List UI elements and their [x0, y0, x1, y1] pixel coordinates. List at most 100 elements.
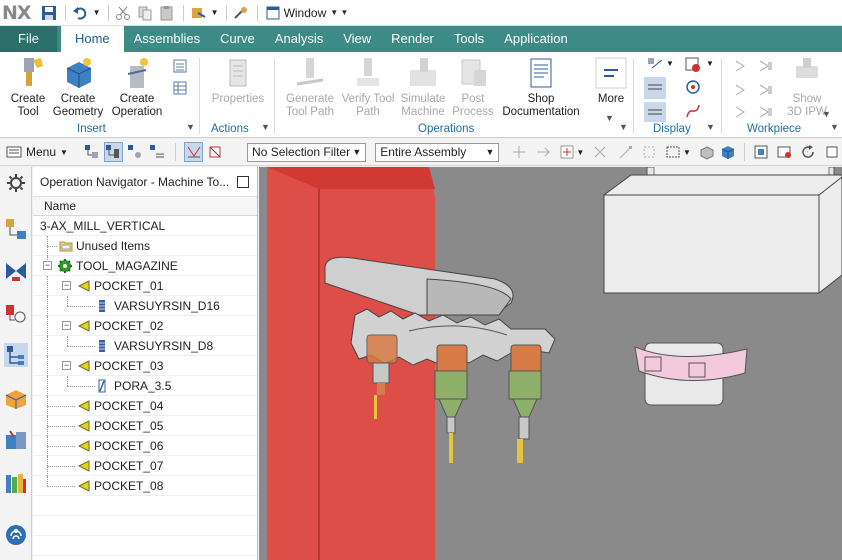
tab-home[interactable]: Home — [60, 26, 124, 52]
roles-icon[interactable] — [4, 523, 28, 547]
window-menu[interactable]: Window ▼ ▾ — [266, 6, 347, 20]
snap-box-icon[interactable] — [557, 142, 577, 162]
tree-row-pocket-05[interactable]: POCKET_05 — [33, 416, 257, 436]
snap-cross-icon[interactable] — [590, 142, 610, 162]
graphics-viewport[interactable] — [259, 167, 842, 560]
workpiece-option-4-icon[interactable] — [758, 82, 774, 101]
tree-row-pocket-03[interactable]: − POCKET_03 — [33, 356, 257, 376]
tree-row-unused-items[interactable]: Unused Items — [33, 236, 257, 256]
tab-curve[interactable]: Curve — [210, 26, 265, 52]
tab-tools[interactable]: Tools — [444, 26, 494, 52]
actions-group-menu-icon[interactable]: ▼ — [261, 122, 270, 132]
tab-file[interactable]: File — [0, 26, 57, 52]
filter-toggle-icon[interactable] — [183, 142, 204, 162]
collapse-icon[interactable]: − — [62, 321, 71, 330]
workpiece-option-2-icon[interactable] — [758, 58, 774, 77]
collapse-icon[interactable]: − — [43, 261, 52, 270]
layer-toggle-icon[interactable] — [644, 77, 666, 102]
fit-view-icon[interactable] — [751, 142, 771, 162]
tree-row-pocket-01[interactable]: − POCKET_01 — [33, 276, 257, 296]
operation-navigator-icon[interactable] — [4, 343, 28, 367]
tree-row-machine[interactable]: 3-AX_MILL_VERTICAL — [33, 216, 257, 236]
workpiece-option-6-icon[interactable] — [758, 104, 774, 123]
shaded-view-icon[interactable] — [697, 142, 717, 162]
verify-tool-path-button[interactable]: Verify Tool Path — [340, 56, 396, 119]
insert-group-menu-icon[interactable]: ▼ — [186, 122, 195, 132]
reuse-library-icon[interactable] — [4, 471, 28, 495]
selection-filter-dropdown[interactable]: No Selection Filter ▼ — [247, 142, 367, 162]
tree-row-pocket-02[interactable]: − POCKET_02 — [33, 316, 257, 336]
tab-render[interactable]: Render — [381, 26, 444, 52]
layer-toggle-2-icon[interactable] — [644, 102, 666, 125]
undo-icon[interactable] — [70, 3, 90, 23]
navigator-view-4-icon[interactable] — [147, 142, 167, 162]
collapse-icon[interactable]: − — [62, 281, 71, 290]
properties-button[interactable]: Properties — [208, 56, 268, 106]
more-dropdown-icon[interactable]: ▼ — [605, 113, 614, 123]
cube-view-icon[interactable] — [719, 142, 739, 162]
save-icon[interactable] — [39, 3, 59, 23]
tree-row-pocket-08[interactable]: POCKET_08 — [33, 476, 257, 496]
library-icon[interactable] — [4, 429, 28, 453]
customize-icon[interactable]: ▾ — [342, 7, 347, 18]
navigator-view-3-icon[interactable] — [125, 142, 145, 162]
tree-row-pocket-04[interactable]: POCKET_04 — [33, 396, 257, 416]
workpiece-option-1-icon[interactable] — [734, 58, 750, 77]
navigator-view-2-icon[interactable] — [103, 142, 124, 162]
more-tools-icon[interactable] — [822, 142, 842, 162]
workpiece-option-5-icon[interactable] — [734, 104, 750, 123]
create-tool-button[interactable]: Create Tool — [6, 56, 50, 119]
paste-icon[interactable] — [157, 3, 177, 23]
copy-icon[interactable] — [135, 3, 155, 23]
tree-row-pocket-07[interactable]: POCKET_07 — [33, 456, 257, 476]
tree-row-tool-varsuyrsin-d16[interactable]: VARSUYRSIN_D16 — [33, 296, 257, 316]
collapse-icon[interactable]: − — [62, 361, 71, 370]
tab-application[interactable]: Application — [494, 26, 578, 52]
chevron-down-icon[interactable]: ▼ — [576, 148, 584, 157]
show-3d-ipw-dropdown-icon[interactable]: ▼ — [822, 109, 831, 119]
column-header-name[interactable]: Name — [33, 196, 257, 216]
navigator-view-1-icon[interactable] — [82, 142, 102, 162]
tree-row-tool-varsuyrsin-d8[interactable]: VARSUYRSIN_D8 — [33, 336, 257, 356]
tab-analysis[interactable]: Analysis — [265, 26, 333, 52]
part-navigator-icon[interactable] — [4, 301, 28, 325]
more-button[interactable]: More — [594, 56, 628, 106]
create-geometry-button[interactable]: Create Geometry — [52, 56, 104, 119]
assembly-navigator-icon[interactable] — [4, 217, 28, 241]
repeat-command-icon[interactable] — [188, 3, 208, 23]
menu-button[interactable]: Menu ▼ — [6, 145, 68, 159]
repeat-dropdown-icon[interactable]: ▼ — [210, 3, 220, 23]
target-icon[interactable] — [684, 78, 702, 99]
list-icon[interactable] — [172, 58, 188, 77]
generate-tool-path-button[interactable]: Generate Tool Path — [280, 56, 340, 119]
tree-row-tool-magazine[interactable]: − TOOL_MAGAZINE — [33, 256, 257, 276]
cut-icon[interactable] — [113, 3, 133, 23]
maximize-icon[interactable] — [237, 175, 249, 188]
machine-tool-navigator-icon[interactable] — [4, 387, 28, 411]
snap-point-icon[interactable] — [509, 142, 529, 162]
undo-dropdown-icon[interactable]: ▼ — [92, 3, 102, 23]
tree-row-pocket-06[interactable]: POCKET_06 — [33, 436, 257, 456]
chevron-down-icon[interactable]: ▼ — [683, 148, 691, 157]
shop-documentation-button[interactable]: Shop Documentation — [496, 56, 586, 119]
workpiece-option-3-icon[interactable] — [734, 82, 750, 101]
create-operation-button[interactable]: Create Operation — [108, 56, 166, 119]
display-group-menu-icon[interactable]: ▼ — [706, 122, 715, 132]
display-grid-dropdown-icon[interactable]: ▼ — [706, 59, 714, 68]
zoom-view-icon[interactable] — [775, 142, 795, 162]
snap-arrow-icon[interactable] — [533, 142, 553, 162]
snap-misc-icon[interactable] — [640, 142, 660, 162]
refresh-icon[interactable] — [799, 142, 819, 162]
tree-row-tool-pora-3-5[interactable]: PORA_3.5 — [33, 376, 257, 396]
selection-scope-dropdown[interactable]: Entire Assembly ▼ — [375, 142, 500, 162]
rectangle-select-icon[interactable] — [663, 142, 683, 162]
post-process-button[interactable]: Post Process — [450, 56, 496, 119]
settings-gear-icon[interactable] — [4, 171, 28, 195]
constraint-navigator-icon[interactable] — [4, 259, 28, 283]
tab-view[interactable]: View — [333, 26, 381, 52]
command-finder-icon[interactable] — [231, 3, 251, 23]
simulate-machine-button[interactable]: Simulate Machine — [396, 56, 450, 119]
snap-line-icon[interactable] — [616, 142, 636, 162]
display-grid-icon[interactable] — [684, 56, 702, 77]
table-icon[interactable] — [172, 80, 188, 99]
